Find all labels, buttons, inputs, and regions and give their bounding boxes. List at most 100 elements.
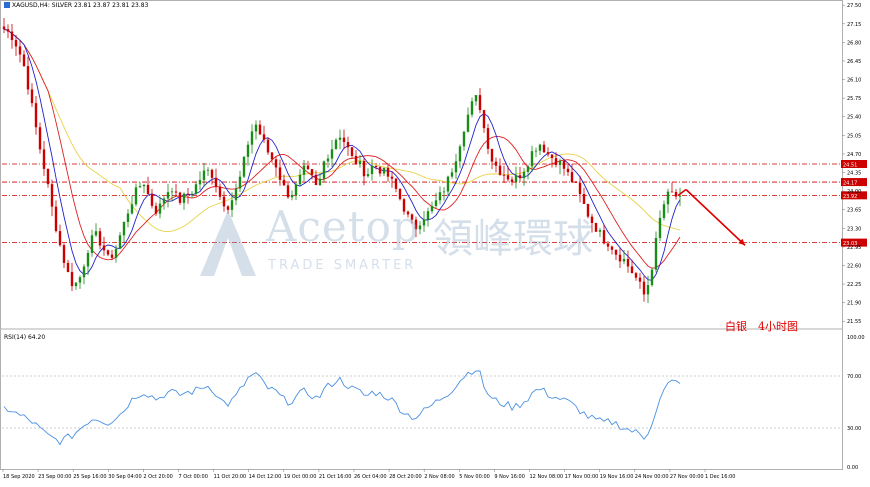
- x-tick-label: 27 Nov 00:00: [670, 474, 704, 480]
- candle-body: [26, 66, 30, 90]
- candle-body: [250, 131, 254, 145]
- candle-body: [578, 182, 582, 195]
- candle-body: [266, 139, 270, 153]
- candle-body: [190, 193, 194, 195]
- candle-body: [658, 217, 662, 239]
- candle-body: [146, 184, 150, 195]
- candle-body: [282, 179, 286, 186]
- candle-body: [82, 266, 86, 278]
- y-tick-label: 24.35: [847, 170, 861, 176]
- candle-body: [206, 169, 210, 171]
- y-tick-label: 26.80: [847, 40, 861, 46]
- candle-body: [66, 262, 70, 273]
- candle-body: [14, 40, 18, 47]
- candle-body: [46, 168, 50, 185]
- candle-body: [54, 206, 58, 232]
- y-tick-label: 21.90: [847, 301, 861, 307]
- y-tick-label: 21.55: [847, 319, 861, 325]
- candle-body: [246, 144, 250, 157]
- candle-body: [462, 131, 466, 147]
- candle-body: [70, 272, 74, 287]
- level-price-label: 24.17: [843, 181, 857, 187]
- candle-body: [102, 245, 106, 251]
- candle-body: [670, 191, 674, 193]
- candle-body: [86, 252, 90, 267]
- candle-body: [58, 231, 62, 246]
- rsi-tick-label: 70.00: [847, 374, 861, 380]
- y-tick-label: 24.00: [847, 189, 861, 195]
- x-tick-label: 2 Oct 20:00: [143, 474, 172, 480]
- candle-body: [134, 187, 138, 205]
- y-tick-label: 25.40: [847, 115, 861, 121]
- candle-body: [662, 204, 666, 218]
- x-tick-label: 24 Nov 00:00: [635, 474, 669, 480]
- candle-body: [294, 184, 298, 196]
- x-tick-label: 18 Sep 2020: [3, 474, 35, 480]
- candle-body: [678, 195, 682, 197]
- candle-body: [202, 170, 206, 181]
- candle-body: [330, 149, 334, 159]
- candle-body: [366, 174, 370, 177]
- y-tick-label: 27.50: [847, 3, 861, 9]
- x-tick-label: 14 Oct 12:00: [249, 474, 282, 480]
- y-tick-label: 24.70: [847, 152, 861, 158]
- candle-body: [158, 203, 162, 214]
- candle-body: [650, 269, 654, 286]
- candle-body: [262, 134, 266, 140]
- rsi-tick-label: 30.00: [847, 426, 861, 432]
- candle-body: [522, 171, 526, 179]
- candle-body: [42, 149, 46, 169]
- candle-body: [446, 176, 450, 192]
- candle-body: [258, 124, 262, 135]
- candle-body: [486, 128, 490, 149]
- candle-body: [6, 29, 10, 32]
- candle-body: [178, 192, 182, 203]
- x-tick-label: 23 Sep 00:00: [38, 474, 71, 480]
- candle-body: [142, 184, 146, 187]
- candle-body: [298, 174, 302, 185]
- level-price-label: 24.51: [843, 163, 857, 169]
- candle-body: [382, 167, 386, 174]
- candle-body: [10, 31, 14, 41]
- candle-body: [514, 175, 518, 182]
- x-tick-label: 2 Nov 08:00: [424, 474, 455, 480]
- candle-body: [538, 144, 542, 151]
- candle-body: [270, 152, 274, 160]
- candle-body: [554, 158, 558, 166]
- y-tick-label: 22.25: [847, 282, 861, 288]
- x-tick-label: 19 Oct 00:00: [284, 474, 317, 480]
- y-tick-label: 22.60: [847, 263, 861, 269]
- candle-body: [238, 176, 242, 189]
- x-tick-label: 7 Oct 00:00: [179, 474, 208, 480]
- rsi-tick-label: 100.00: [847, 335, 865, 341]
- candle-body: [466, 114, 470, 132]
- candle-body: [338, 137, 342, 140]
- candle-body: [118, 235, 122, 249]
- candle-body: [370, 165, 374, 175]
- candle-body: [94, 231, 98, 236]
- candle-body: [34, 103, 38, 128]
- candle-body: [166, 192, 170, 199]
- candle-body: [170, 191, 174, 193]
- candle-body: [506, 175, 510, 180]
- candle-body: [38, 127, 42, 150]
- candle-body: [502, 174, 506, 176]
- candle-body: [278, 167, 282, 180]
- candle-body: [74, 282, 78, 287]
- candle-body: [490, 148, 494, 162]
- candle-body: [526, 166, 530, 172]
- candle-body: [482, 110, 486, 129]
- candle-body: [314, 174, 318, 186]
- candle-body: [646, 285, 650, 295]
- y-tick-label: 23.30: [847, 226, 861, 232]
- candle-body: [242, 156, 246, 177]
- candle-body: [354, 155, 358, 165]
- candle-body: [154, 205, 158, 214]
- candle-body: [98, 231, 102, 246]
- candle-body: [362, 161, 366, 177]
- candle-body: [306, 165, 310, 170]
- candle-body: [562, 160, 566, 169]
- candle-body: [286, 185, 290, 198]
- candle-body: [110, 254, 114, 258]
- candle-body: [386, 167, 390, 177]
